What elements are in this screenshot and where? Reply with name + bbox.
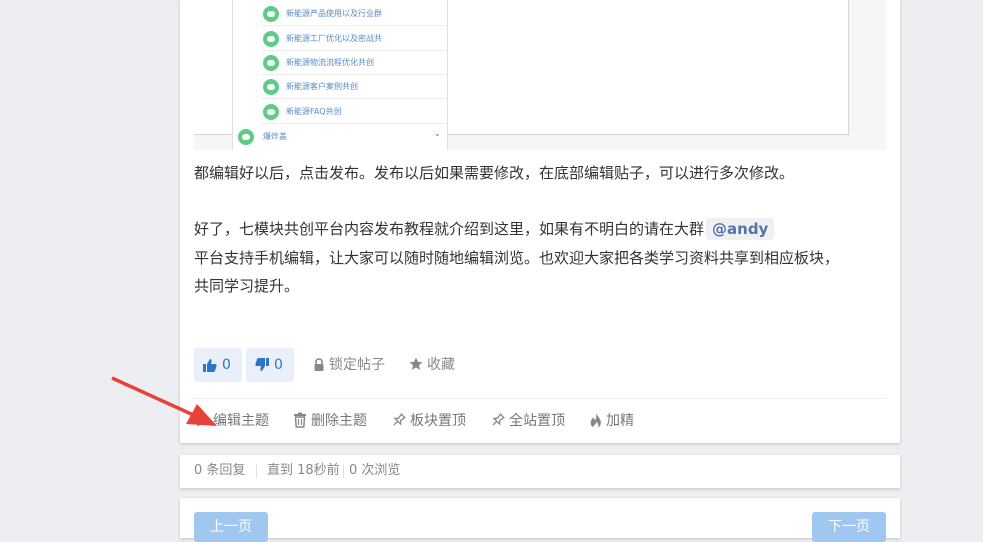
post-paragraph: 都编辑好以后，点击发布。发布以后如果需要修改，在底部编辑贴子，可以进行多次修改。 <box>194 164 795 182</box>
next-page-button[interactable]: 下一页 <box>812 512 886 542</box>
post-paragraph: 共同学习提升。 <box>194 277 300 295</box>
chat-bubble-icon <box>238 129 254 145</box>
chat-bubble-icon <box>263 55 279 71</box>
chevron-down-icon: ⌄ <box>433 129 441 139</box>
embedded-screenshot: 新能源产品使用以及行业群 新能源工厂优化以及密战共 新能源物流流程优化共创 新能… <box>194 0 886 150</box>
divider <box>194 398 886 399</box>
embedded-category-menu: 新能源产品使用以及行业群 新能源工厂优化以及密战共 新能源物流流程优化共创 新能… <box>232 0 448 150</box>
post-paragraph: 平台支持手机编辑，让大家可以随时随地编辑浏览。也欢迎大家把各类学习资料共享到相应… <box>194 249 840 267</box>
edit-topic-button[interactable]: 编辑主题 <box>195 412 269 430</box>
user-mention[interactable]: @andy <box>706 218 775 240</box>
trash-icon <box>294 412 306 428</box>
menu-parent-item: 爆炸盖 ⌄ <box>233 125 447 149</box>
star-icon <box>409 357 423 370</box>
lock-post-button[interactable]: 锁定帖子 <box>313 356 385 374</box>
divider <box>256 464 257 478</box>
favorite-button[interactable]: 收藏 <box>409 356 455 374</box>
post-card: 新能源产品使用以及行业群 新能源工厂优化以及密战共 新能源物流流程优化共创 新能… <box>180 0 900 443</box>
last-activity: 直到 18秒前 <box>267 463 340 478</box>
chat-bubble-icon <box>263 79 279 95</box>
prev-page-button[interactable]: 上一页 <box>194 512 268 542</box>
view-count: 0 次浏览 <box>349 463 401 478</box>
post-paragraph: 好了，七模块共创平台内容发布教程就介绍到这里，如果有不明白的请在大群 @andy <box>194 215 775 243</box>
pin-site-button[interactable]: 全站置顶 <box>490 412 565 430</box>
downvote-button[interactable]: 0 <box>246 348 294 382</box>
chat-bubble-icon <box>263 104 279 120</box>
upvote-button[interactable]: 0 <box>194 348 242 382</box>
reply-count: 0 条回复 <box>194 463 246 478</box>
post-stats-bar: 0 条回复 直到 18秒前 0 次浏览 <box>180 455 900 488</box>
lock-icon <box>314 358 324 371</box>
chat-bubble-icon <box>263 6 279 22</box>
edit-icon <box>197 416 207 426</box>
fire-icon <box>590 413 601 428</box>
thumbs-down-icon <box>255 358 269 371</box>
pagination: 上一页 下一页 <box>180 498 900 542</box>
pin-board-button[interactable]: 板块置顶 <box>391 412 466 430</box>
pin-icon <box>492 413 505 426</box>
menu-item: 新能源物流流程优化共创 <box>261 51 447 75</box>
divider <box>343 464 344 478</box>
chat-bubble-icon <box>263 31 279 47</box>
menu-item: 新能源FAQ共创 <box>261 100 447 124</box>
menu-item: 新能源产品使用以及行业群 <box>261 2 447 26</box>
feature-button[interactable]: 加精 <box>590 412 634 430</box>
menu-item: 新能源工厂优化以及密战共 <box>261 27 447 51</box>
delete-topic-button[interactable]: 删除主题 <box>293 412 367 430</box>
thumbs-up-icon <box>203 359 217 372</box>
pin-icon <box>393 413 406 426</box>
menu-item: 新能源客户案例共创 <box>261 75 447 99</box>
